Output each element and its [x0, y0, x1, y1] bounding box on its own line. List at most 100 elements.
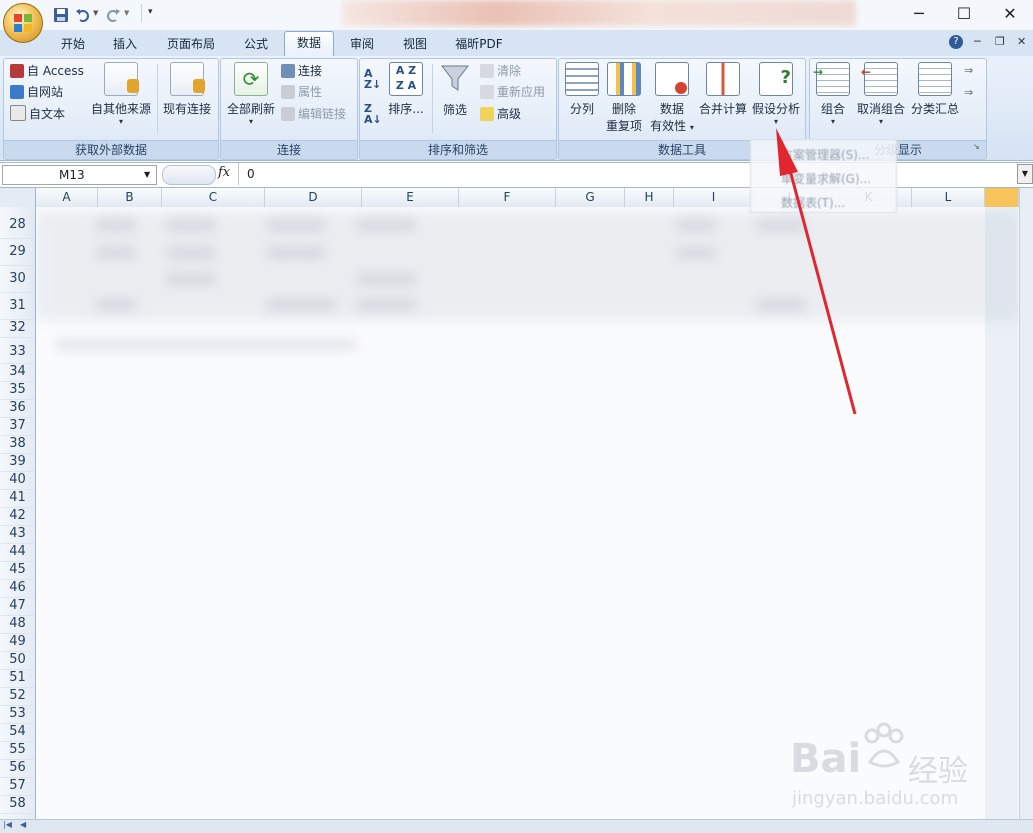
row-header[interactable]: 30 [0, 265, 35, 293]
subtotal-button[interactable]: 分类汇总 [909, 62, 961, 117]
data-table-item[interactable]: 数据表(T)... [781, 194, 845, 211]
tab-view[interactable]: 视图 [396, 33, 434, 55]
prev-sheet-icon[interactable]: ◀ [20, 820, 26, 829]
hide-detail-icon[interactable]: ⇒ [964, 86, 973, 99]
properties-button[interactable]: 属性 [281, 82, 322, 102]
remove-duplicates-button[interactable]: 删除 重复项 [604, 62, 644, 134]
row-header[interactable]: 57 [0, 777, 35, 796]
consolidate-button[interactable]: 合并计算 [698, 62, 748, 117]
row-header[interactable]: 46 [0, 579, 35, 598]
formula-input[interactable]: 0 [238, 163, 1027, 185]
insert-function-icon[interactable]: fx [218, 165, 230, 180]
column-header-h[interactable]: H [625, 188, 674, 207]
workbook-close-icon[interactable]: ✕ [1017, 35, 1026, 48]
expand-formula-bar-icon[interactable]: ▼ [1017, 164, 1033, 184]
from-access-button[interactable]: 自 Access [10, 61, 84, 81]
existing-connections-button[interactable]: 现有连接 [160, 62, 214, 117]
tab-home[interactable]: 开始 [54, 33, 92, 55]
text-to-columns-button[interactable]: 分列 [563, 62, 601, 117]
row-header[interactable]: 58 [0, 795, 35, 814]
row-header[interactable]: 45 [0, 561, 35, 580]
tab-page-layout[interactable]: 页面布局 [160, 33, 222, 55]
maximize-icon[interactable]: ☐ [951, 4, 977, 24]
goal-seek-item[interactable]: 单变量求解(G)... [781, 170, 871, 187]
edit-links-button[interactable]: 编辑链接 [281, 104, 346, 124]
name-box[interactable]: M13 ▼ [2, 165, 157, 185]
column-header-m[interactable] [985, 188, 1019, 207]
advanced-filter-button[interactable]: 高级 [480, 104, 521, 124]
tab-data[interactable]: 数据 [284, 31, 334, 57]
show-detail-icon[interactable]: ⇒ [964, 64, 973, 77]
row-header[interactable]: 29 [0, 238, 35, 266]
column-header-g[interactable]: G [556, 188, 625, 207]
connections-button[interactable]: 连接 [281, 61, 322, 81]
column-header-e[interactable]: E [362, 188, 459, 207]
ribbon-restore-icon[interactable]: ❐ [995, 35, 1005, 48]
redo-dropdown-icon[interactable]: ▼ [124, 9, 129, 17]
dialog-launcher-icon[interactable]: ↘ [973, 142, 980, 151]
row-header[interactable]: 32 [0, 319, 35, 338]
redo-icon[interactable] [104, 6, 122, 24]
minimize-icon[interactable]: ─ [906, 4, 932, 24]
column-header-d[interactable]: D [265, 188, 362, 207]
row-header[interactable]: 35 [0, 381, 35, 400]
from-text-button[interactable]: 自文本 [10, 104, 65, 124]
filter-button[interactable]: 筛选 [436, 62, 474, 118]
office-button[interactable] [3, 3, 43, 43]
row-header[interactable]: 34 [0, 363, 35, 382]
row-header[interactable]: 53 [0, 705, 35, 724]
column-header-b[interactable]: B [98, 188, 162, 207]
sort-button[interactable]: A ZZ A 排序... [386, 62, 426, 117]
column-header-a[interactable]: A [36, 188, 98, 207]
column-header-l[interactable]: L [912, 188, 985, 207]
row-header[interactable]: 41 [0, 489, 35, 508]
refresh-all-button[interactable]: ⟳ 全部刷新 ▾ [224, 62, 278, 126]
row-header[interactable]: 33 [0, 337, 35, 364]
first-sheet-icon[interactable]: |◀ [3, 820, 12, 829]
row-header[interactable]: 31 [0, 292, 35, 320]
row-header[interactable]: 42 [0, 507, 35, 526]
save-icon[interactable] [52, 6, 70, 24]
help-icon[interactable]: ? [949, 35, 963, 49]
row-header[interactable]: 38 [0, 435, 35, 454]
row-header[interactable]: 49 [0, 633, 35, 652]
sort-a-to-z-icon[interactable]: A Z↓ [364, 68, 381, 90]
row-header[interactable]: 43 [0, 525, 35, 544]
tab-review[interactable]: 审阅 [343, 33, 381, 55]
tab-formulas[interactable]: 公式 [237, 33, 275, 55]
group-button[interactable]: → 组合 ▾ [813, 62, 851, 126]
close-icon[interactable]: ✕ [997, 4, 1023, 24]
row-header[interactable]: 37 [0, 417, 35, 436]
what-if-analysis-button[interactable]: ? 假设分析 ▾ [750, 62, 802, 126]
row-header[interactable]: 44 [0, 543, 35, 562]
column-header-i[interactable]: I [674, 188, 754, 207]
sort-z-to-a-icon[interactable]: Z A↓ [364, 103, 382, 125]
column-header-f[interactable]: F [459, 188, 556, 207]
row-header[interactable]: 47 [0, 597, 35, 616]
row-header[interactable]: 56 [0, 759, 35, 778]
select-all-corner[interactable] [0, 188, 36, 207]
reapply-button[interactable]: 重新应用 [480, 82, 545, 102]
tab-insert[interactable]: 插入 [106, 33, 144, 55]
clear-filter-button[interactable]: 清除 [480, 61, 521, 81]
other-sources-button[interactable]: 自其他来源 ▾ [90, 62, 152, 126]
ungroup-button[interactable]: ← 取消组合 ▾ [855, 62, 907, 126]
row-header[interactable]: 39 [0, 453, 35, 472]
vertical-scrollbar[interactable] [1019, 188, 1033, 819]
row-header[interactable]: 28 [0, 211, 35, 239]
undo-icon[interactable] [74, 6, 92, 24]
formula-bar-resize-handle[interactable] [162, 165, 216, 185]
horizontal-scrollbar[interactable]: |◀ ◀ [0, 819, 1033, 833]
from-web-button[interactable]: 自网站 [10, 82, 63, 102]
row-header[interactable]: 52 [0, 687, 35, 706]
customize-qat-icon[interactable]: ▾ [148, 7, 153, 17]
name-box-dropdown-icon[interactable]: ▼ [144, 166, 150, 184]
row-header[interactable]: 40 [0, 471, 35, 490]
row-header[interactable]: 48 [0, 615, 35, 634]
tab-foxit-pdf[interactable]: 福昕PDF [449, 33, 509, 55]
column-header-c[interactable]: C [162, 188, 265, 207]
data-validation-button[interactable]: 数据 有效性 ▾ [648, 62, 696, 134]
row-header[interactable]: 50 [0, 651, 35, 670]
row-header[interactable]: 54 [0, 723, 35, 742]
scenario-manager-item[interactable]: 方案管理器(S)... [781, 146, 869, 163]
